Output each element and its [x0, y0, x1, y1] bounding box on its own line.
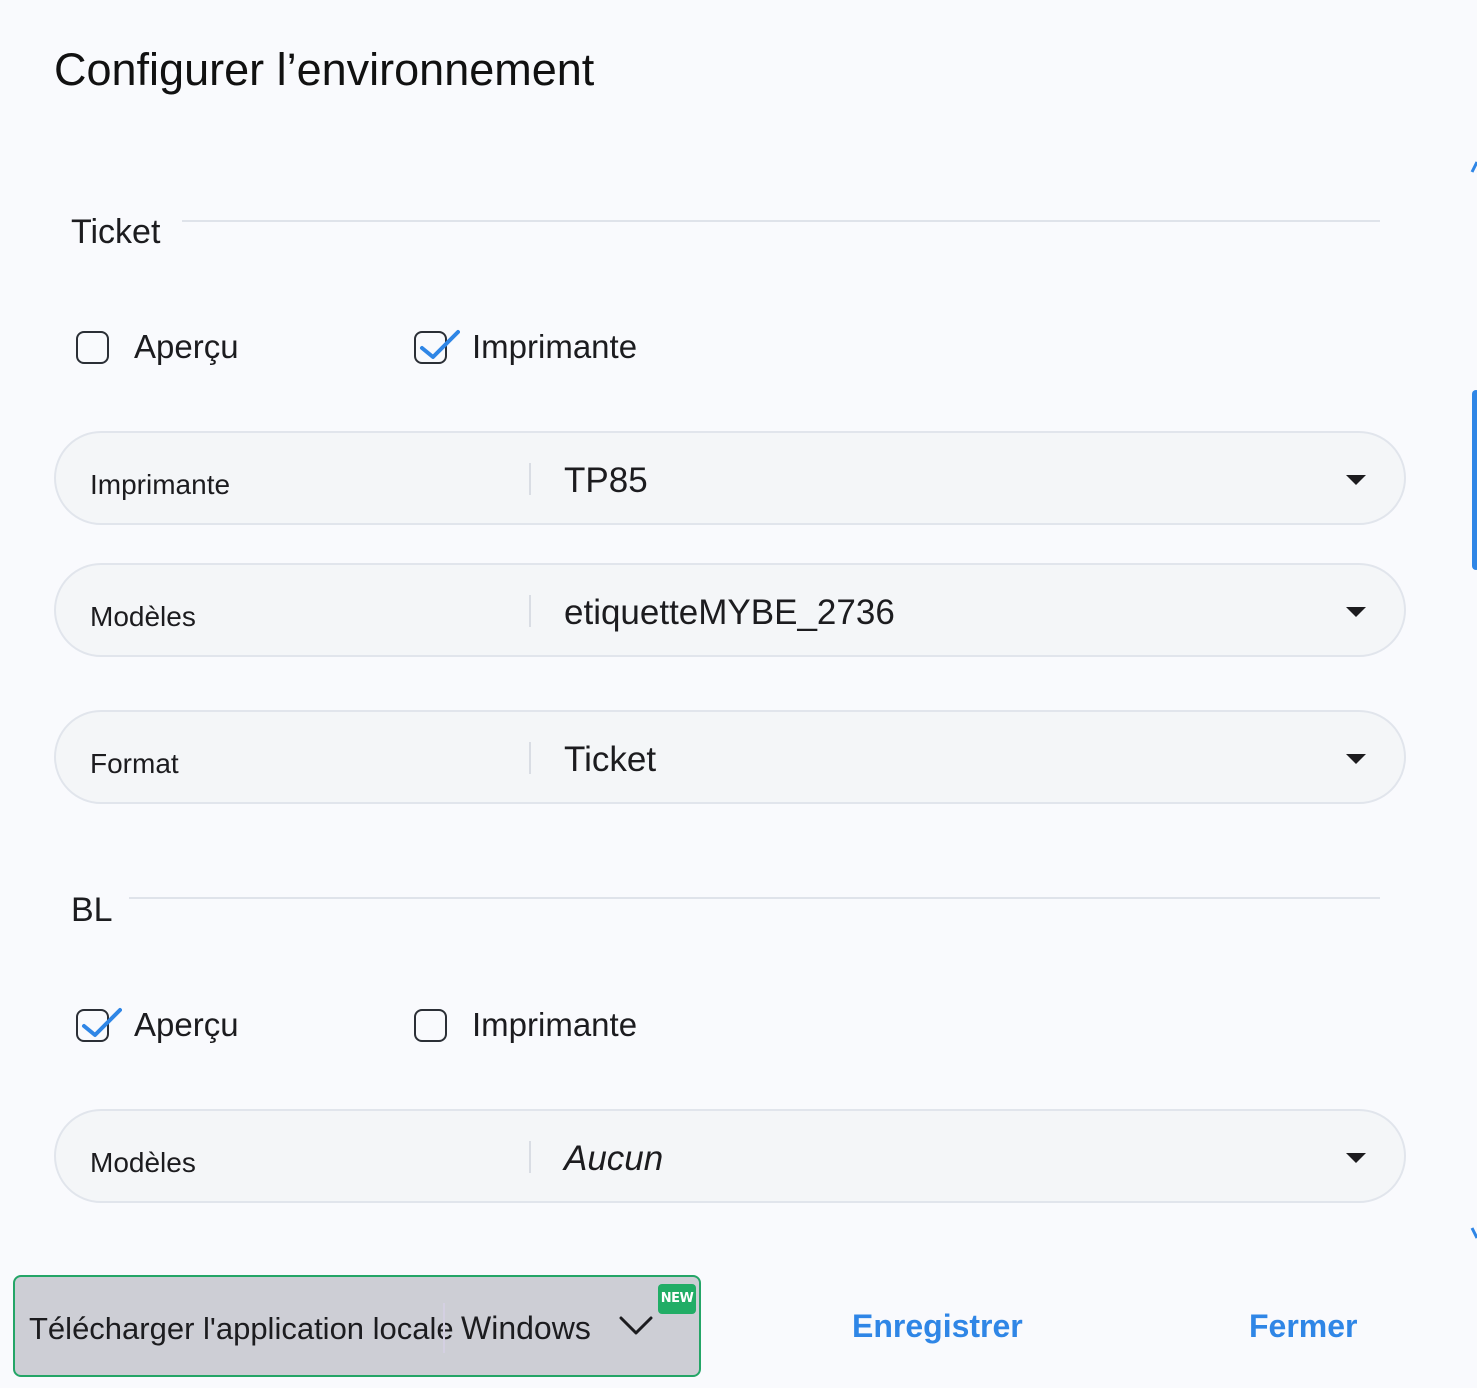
save-button[interactable]: Enregistrer: [852, 1308, 1023, 1345]
select-label: Modèles: [90, 1147, 196, 1178]
checkbox-unchecked-icon[interactable]: [76, 330, 109, 364]
checkbox-label: Aperçu: [134, 1006, 239, 1043]
scrollbar-thumb[interactable]: [1472, 390, 1477, 570]
section-divider: [129, 897, 1380, 899]
select-divider: [529, 1141, 531, 1173]
caret-down-icon[interactable]: [1346, 475, 1366, 485]
chevron-down-icon[interactable]: [619, 1315, 653, 1337]
checkmark-icon: [82, 1007, 122, 1037]
bl-modeles-select[interactable]: Modèles Aucun: [54, 1109, 1406, 1203]
scroll-up-arrow-icon[interactable]: [1470, 160, 1477, 174]
ticket-imprimante-checkbox[interactable]: Imprimante: [414, 328, 637, 366]
checkbox-checked-icon[interactable]: [414, 329, 460, 364]
download-label: Télécharger l'application locale: [29, 1311, 454, 1346]
format-select[interactable]: Format Ticket: [54, 710, 1406, 804]
select-value: Aucun: [564, 1139, 664, 1178]
close-button[interactable]: Fermer: [1249, 1308, 1358, 1345]
caret-down-icon[interactable]: [1346, 1153, 1366, 1163]
checkbox-label: Imprimante: [472, 328, 638, 365]
imprimante-select[interactable]: Imprimante TP85: [54, 431, 1406, 525]
ticket-modeles-select[interactable]: Modèles etiquetteMYBE_2736: [54, 563, 1406, 657]
bl-apercu-checkbox[interactable]: Aperçu: [76, 1006, 239, 1044]
select-divider: [529, 463, 531, 495]
scroll-down-arrow-icon[interactable]: [1470, 1226, 1477, 1240]
select-value: Ticket: [564, 740, 657, 779]
dialog-title: Configurer l’environnement: [54, 44, 595, 95]
os-select-value[interactable]: Windows: [461, 1310, 591, 1347]
select-label: Imprimante: [90, 469, 231, 500]
select-divider: [529, 595, 531, 627]
checkbox-unchecked-icon[interactable]: [414, 1008, 447, 1042]
checkbox-label: Aperçu: [134, 328, 239, 365]
checkmark-icon: [420, 329, 460, 359]
select-value: etiquetteMYBE_2736: [564, 593, 895, 632]
checkbox-label: Imprimante: [472, 1006, 638, 1043]
bl-imprimante-checkbox[interactable]: Imprimante: [414, 1006, 637, 1044]
download-divider: [443, 1303, 445, 1353]
section-title-bl: BL: [71, 891, 113, 929]
caret-down-icon[interactable]: [1346, 754, 1366, 764]
select-label: Format: [90, 748, 179, 779]
download-local-app-button[interactable]: Télécharger l'application locale Windows…: [13, 1275, 701, 1377]
ticket-apercu-checkbox[interactable]: Aperçu: [76, 328, 239, 366]
new-badge: NEW: [658, 1284, 696, 1314]
select-value: TP85: [564, 461, 648, 500]
section-divider: [182, 220, 1380, 222]
caret-down-icon[interactable]: [1346, 607, 1366, 617]
select-label: Modèles: [90, 601, 196, 632]
checkbox-checked-icon[interactable]: [76, 1007, 122, 1042]
section-title-ticket: Ticket: [71, 213, 161, 251]
select-divider: [529, 742, 531, 774]
